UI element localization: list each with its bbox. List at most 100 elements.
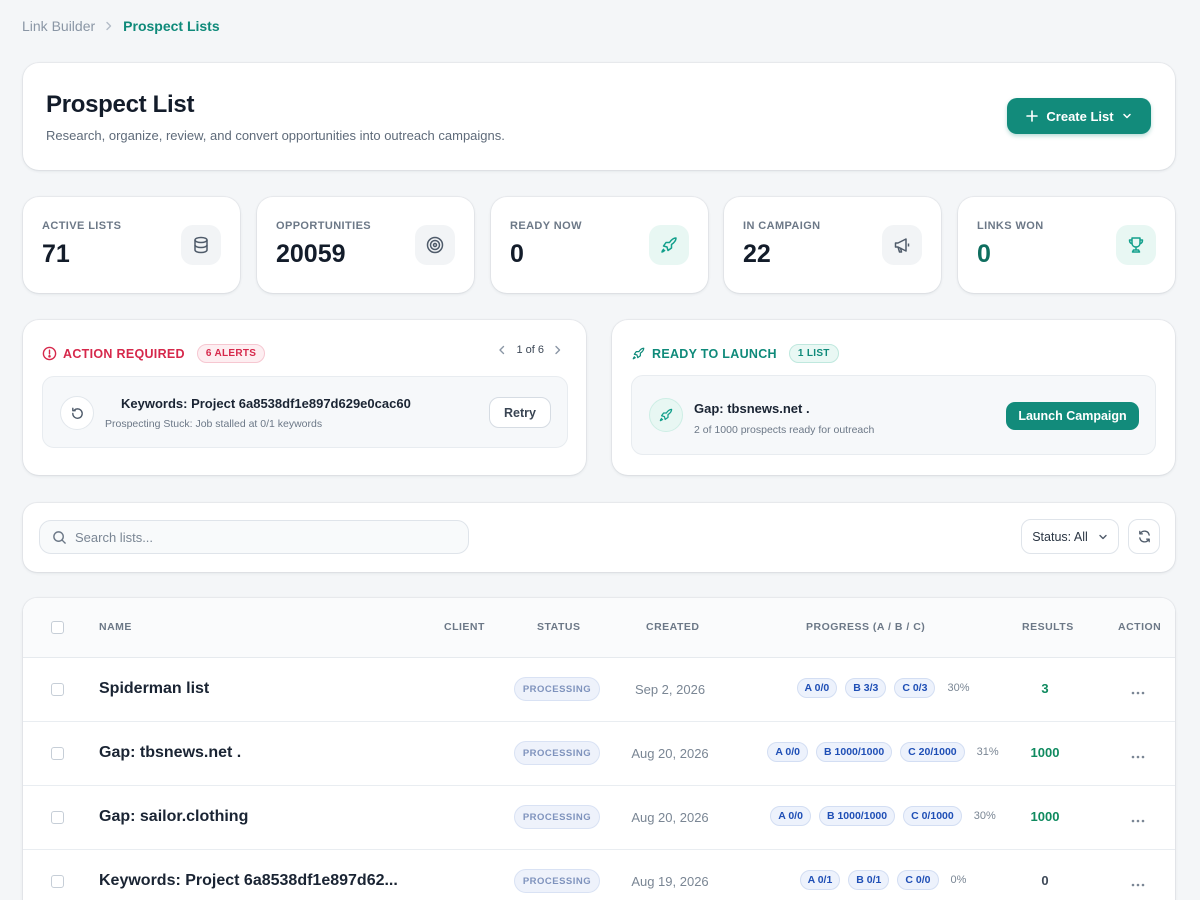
row-name[interactable]: Gap: tbsnews.net . (99, 744, 241, 762)
alert-item: Keywords: Project 6a8538df1e897d629e0cac… (42, 376, 568, 448)
retry-button[interactable]: Retry (489, 397, 551, 428)
alerts-count-badge: 6 ALERTS (196, 344, 266, 363)
stat-card-active-lists: ACTIVE LISTS 71 (23, 197, 240, 293)
progress-chip-b: B 3/3 (845, 678, 887, 698)
breadcrumb-link-builder[interactable]: Link Builder (22, 18, 95, 34)
breadcrumb-current: Prospect Lists (123, 18, 220, 34)
table-row[interactable]: Spiderman list PROCESSING Sep 2, 2026 A … (23, 658, 1175, 722)
chevron-right-icon (105, 21, 113, 31)
search-icon (53, 530, 66, 544)
row-results: 1000 (1030, 809, 1060, 824)
rocket-icon (649, 398, 683, 432)
row-created: Sep 2, 2026 (634, 682, 706, 697)
progress-chip-c: C 0/3 (894, 678, 936, 698)
create-list-button[interactable]: Create List (1007, 98, 1151, 134)
progress-chip-a: A 0/1 (799, 870, 841, 890)
progress-chip-a: A 0/0 (767, 742, 809, 762)
ready-count-badge: 1 LIST (788, 344, 839, 363)
table-row[interactable]: Gap: sailor.clothing PROCESSING Aug 20, … (23, 786, 1175, 850)
column-client[interactable]: CLIENT (444, 621, 485, 633)
search-box (39, 520, 469, 554)
progress-chip-c: C 0/1000 (903, 806, 962, 826)
rotate-ccw-icon (60, 396, 94, 430)
launch-campaign-button[interactable]: Launch Campaign (1006, 402, 1139, 430)
filter-bar: Status: All (23, 503, 1175, 572)
action-required-panel: ACTION REQUIRED 6 ALERTS 1 of 6 Keywords… (23, 320, 586, 475)
more-options-icon[interactable] (1123, 682, 1153, 700)
launch-item: Gap: tbsnews.net . 2 of 1000 prospects r… (631, 375, 1156, 455)
status-filter-label: Status: All (1032, 529, 1088, 544)
alerts-pager: 1 of 6 (498, 344, 562, 356)
alert-circle-icon (42, 346, 57, 361)
stat-label: LINKS WON (977, 220, 1044, 232)
plus-icon (1026, 110, 1039, 122)
stat-card-ready-now: READY NOW 0 (491, 197, 708, 293)
stat-label: READY NOW (510, 220, 582, 232)
chevron-right-icon[interactable] (554, 345, 562, 355)
breadcrumb: Link Builder Prospect Lists (22, 17, 220, 35)
select-all-checkbox[interactable] (51, 621, 64, 634)
action-required-heading: ACTION REQUIRED 6 ALERTS (42, 344, 266, 363)
stat-card-links-won: LINKS WON 0 (958, 197, 1175, 293)
chevron-down-icon (1122, 113, 1131, 119)
action-required-title: ACTION REQUIRED (63, 346, 185, 361)
status-badge: PROCESSING (514, 677, 600, 701)
page-header: Prospect List Research, organize, review… (23, 63, 1175, 170)
trophy-icon (1116, 225, 1156, 265)
progress-chip-b: B 0/1 (848, 870, 890, 890)
chevron-down-icon (1099, 534, 1107, 539)
column-status[interactable]: STATUS (537, 621, 580, 633)
row-created: Aug 20, 2026 (631, 810, 709, 825)
stat-value: 0 (510, 240, 524, 268)
row-created: Aug 20, 2026 (631, 746, 709, 761)
table-header: NAME CLIENT STATUS CREATED PROGRESS (A /… (23, 598, 1175, 658)
progress-chip-c: C 0/0 (897, 870, 939, 890)
chevron-left-icon[interactable] (498, 345, 506, 355)
status-badge: PROCESSING (514, 805, 600, 829)
stat-value: 71 (42, 240, 70, 268)
row-created: Aug 19, 2026 (631, 874, 709, 889)
page-title: Prospect List (46, 91, 195, 118)
row-results: 0 (1041, 873, 1049, 888)
status-badge: PROCESSING (514, 869, 600, 893)
row-results: 3 (1041, 681, 1049, 696)
table-row[interactable]: Gap: tbsnews.net . PROCESSING Aug 20, 20… (23, 722, 1175, 786)
row-checkbox[interactable] (51, 683, 64, 696)
megaphone-icon (882, 225, 922, 265)
ready-to-launch-panel: READY TO LAUNCH 1 LIST Gap: tbsnews.net … (612, 320, 1175, 475)
search-input[interactable] (75, 529, 455, 545)
create-list-label: Create List (1046, 108, 1114, 124)
database-icon (181, 225, 221, 265)
row-name[interactable]: Spiderman list (99, 680, 209, 698)
alert-item-title: Keywords: Project 6a8538df1e897d629e0cac… (121, 396, 411, 411)
rocket-icon (632, 347, 645, 360)
row-checkbox[interactable] (51, 747, 64, 760)
column-name[interactable]: NAME (99, 621, 132, 633)
prospect-lists-table: NAME CLIENT STATUS CREATED PROGRESS (A /… (23, 598, 1175, 900)
launch-item-subtitle: 2 of 1000 prospects ready for outreach (694, 424, 875, 436)
progress-chip-a: A 0/0 (796, 678, 838, 698)
row-name[interactable]: Gap: sailor.clothing (99, 808, 248, 826)
refresh-button[interactable] (1128, 519, 1160, 554)
row-checkbox[interactable] (51, 875, 64, 888)
more-options-icon[interactable] (1123, 810, 1153, 828)
progress-percent: 30% (947, 682, 970, 694)
more-options-icon[interactable] (1123, 874, 1153, 892)
stat-value: 0 (977, 240, 991, 268)
column-action: ACTION (1118, 621, 1162, 633)
progress-chip-b: B 1000/1000 (816, 742, 893, 762)
row-progress: A 0/0 B 3/3 C 0/3 30% (723, 678, 1043, 698)
row-checkbox[interactable] (51, 811, 64, 824)
alert-item-subtitle: Prospecting Stuck: Job stalled at 0/1 ke… (105, 418, 323, 430)
status-filter-select[interactable]: Status: All (1021, 519, 1119, 554)
table-row[interactable]: Keywords: Project 6a8538df1e897d62... PR… (23, 850, 1175, 900)
row-results: 1000 (1030, 745, 1060, 760)
status-badge: PROCESSING (514, 741, 600, 765)
row-name[interactable]: Keywords: Project 6a8538df1e897d62... (99, 872, 398, 890)
column-results[interactable]: RESULTS (1022, 621, 1074, 633)
progress-chip-a: A 0/0 (770, 806, 811, 826)
stat-label: ACTIVE LISTS (42, 220, 122, 232)
progress-percent: 0% (950, 874, 967, 886)
column-created[interactable]: CREATED (646, 621, 699, 633)
more-options-icon[interactable] (1123, 746, 1153, 764)
